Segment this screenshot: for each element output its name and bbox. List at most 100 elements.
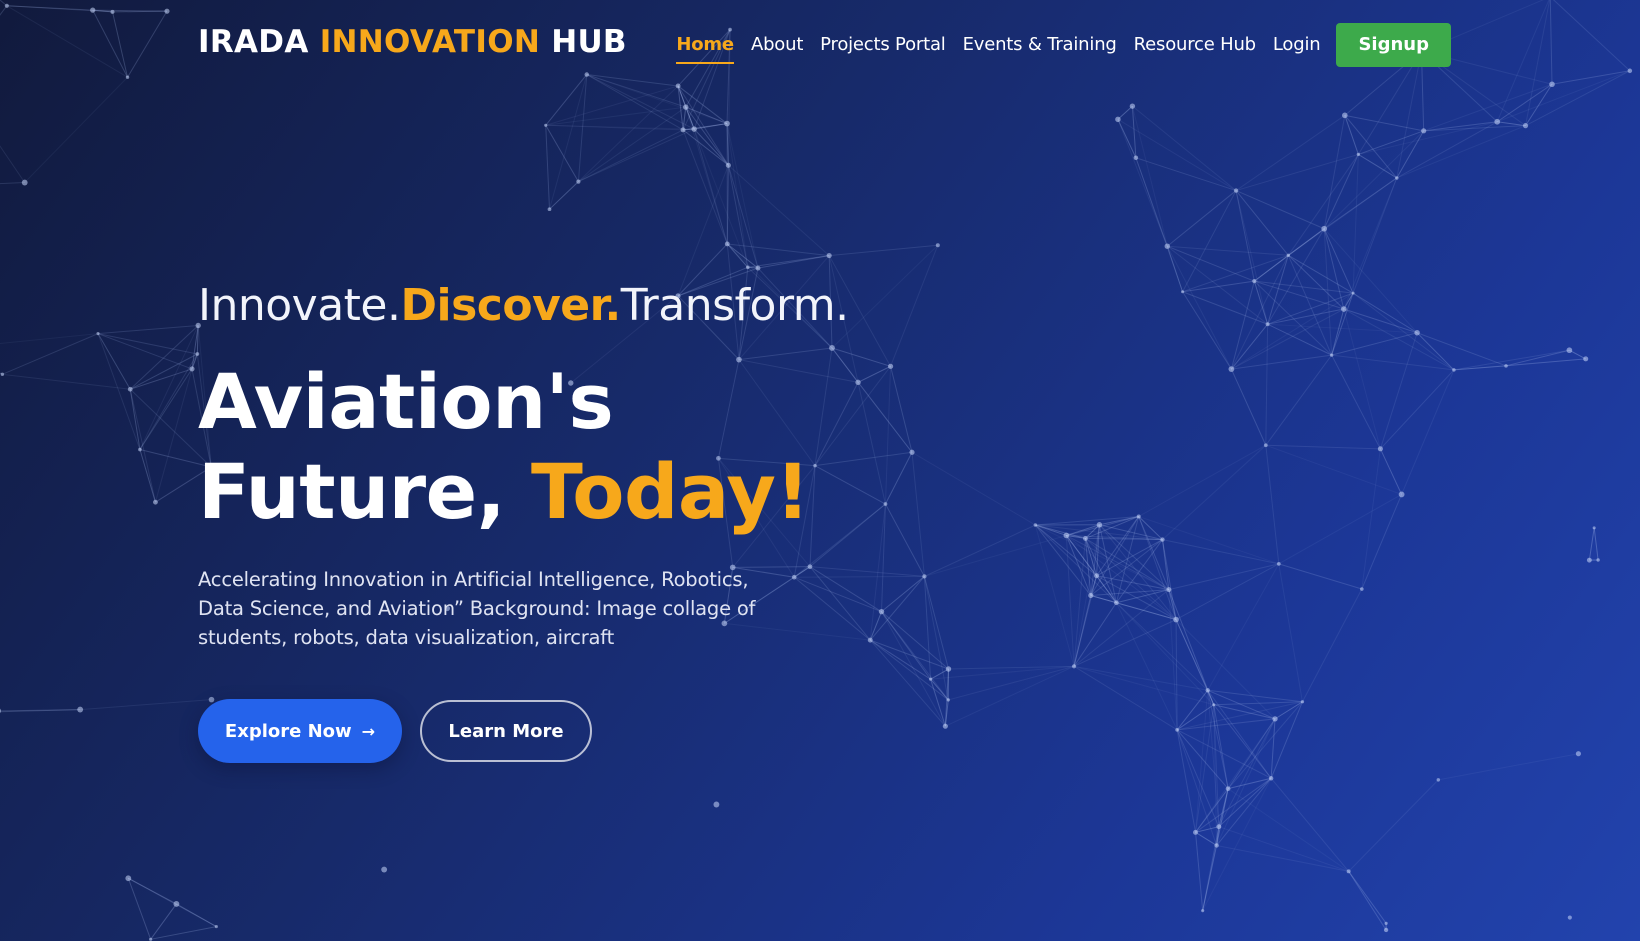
cta-row: Explore Now → Learn More	[198, 699, 849, 763]
nav-projects-portal[interactable]: Projects Portal	[820, 26, 946, 64]
network-node	[922, 574, 927, 579]
nav-home[interactable]: Home	[676, 26, 734, 64]
network-node	[1033, 523, 1038, 527]
network-node	[1522, 123, 1529, 129]
network-node	[1094, 573, 1100, 579]
network-node	[1115, 116, 1121, 123]
signup-button[interactable]: Signup	[1336, 23, 1451, 67]
headline-line2-start: Future,	[198, 447, 532, 536]
network-node	[1265, 322, 1270, 327]
network-node	[1276, 562, 1281, 566]
network-line	[881, 611, 949, 670]
network-node	[946, 698, 950, 702]
network-line	[1202, 826, 1220, 911]
network-line	[128, 877, 217, 928]
network-node	[547, 207, 552, 212]
network-node	[1286, 253, 1291, 257]
network-line	[1231, 308, 1345, 370]
nav-events-training[interactable]: Events & Training	[963, 26, 1117, 64]
network-line	[1348, 871, 1387, 924]
network-node	[1346, 869, 1351, 874]
network-node	[945, 666, 952, 672]
nav-resource-hub[interactable]: Resource Hub	[1134, 26, 1256, 64]
network-node	[1300, 700, 1305, 704]
network-node	[1504, 364, 1508, 368]
network-node	[1193, 829, 1198, 835]
logo-text-innovation: INNOVATION	[319, 24, 541, 60]
network-line	[1343, 308, 1455, 371]
network-line	[930, 678, 949, 701]
network-line	[1138, 516, 1163, 540]
network-line	[1265, 354, 1333, 446]
explore-now-button[interactable]: Explore Now →	[198, 699, 402, 763]
network-line	[1265, 445, 1280, 564]
network-node	[1340, 306, 1347, 312]
site-logo[interactable]: IRADA INNOVATION HUB	[198, 24, 627, 60]
learn-more-label: Learn More	[448, 720, 564, 742]
network-node	[1252, 279, 1257, 284]
network-line	[727, 165, 759, 269]
network-line	[693, 128, 749, 268]
network-line	[1115, 602, 1215, 706]
network-line	[1344, 115, 1359, 155]
network-line	[97, 324, 199, 335]
network-line	[1254, 280, 1344, 310]
network-node	[1063, 532, 1070, 539]
network-line	[1323, 228, 1345, 310]
learn-more-button[interactable]: Learn More	[420, 700, 592, 762]
network-line	[1195, 718, 1276, 833]
network-line	[150, 903, 177, 940]
network-line	[924, 534, 1067, 577]
network-node	[1583, 356, 1589, 362]
network-line	[1331, 354, 1381, 450]
headline-line1: Aviation's	[198, 357, 614, 446]
network-node	[576, 179, 581, 184]
network-line	[1379, 332, 1418, 449]
network-line	[1323, 228, 1418, 334]
site-header: IRADA INNOVATION HUB Home About Projects…	[0, 0, 1640, 90]
headline-line2-accent: Today!	[531, 447, 810, 536]
network-line	[1270, 777, 1350, 872]
nav-about[interactable]: About	[751, 26, 803, 64]
network-line	[1352, 154, 1359, 294]
network-line	[1331, 308, 1345, 356]
network-line	[1288, 254, 1354, 294]
nav-login[interactable]: Login	[1273, 26, 1321, 64]
network-node	[1596, 558, 1600, 562]
network-line	[726, 123, 759, 269]
network-node	[153, 499, 158, 505]
network-line	[578, 129, 684, 183]
network-line	[545, 106, 686, 126]
network-node	[1225, 786, 1231, 791]
network-line	[1073, 665, 1214, 706]
network-node	[878, 608, 885, 615]
network-line	[2, 373, 131, 390]
network-line	[1216, 844, 1349, 872]
network-node	[0, 372, 5, 376]
network-node	[1421, 128, 1427, 134]
network-line	[1287, 255, 1333, 356]
network-line	[1287, 254, 1345, 310]
network-line	[578, 128, 695, 183]
network-line	[1162, 444, 1267, 540]
hero-section: Innovate.Discover.Transform. Aviation's …	[198, 280, 849, 763]
network-node	[1216, 824, 1222, 830]
network-line	[1034, 524, 1092, 596]
network-line	[1396, 121, 1498, 179]
network-node	[1592, 526, 1596, 530]
hero-headline: Aviation's Future, Today!	[198, 357, 849, 537]
network-line	[1588, 527, 1595, 561]
network-line	[1267, 228, 1325, 325]
network-line	[139, 353, 198, 450]
network-line	[1352, 177, 1398, 294]
network-node	[724, 241, 730, 247]
network-line	[1235, 190, 1255, 282]
network-line	[1505, 358, 1586, 367]
network-line	[1265, 444, 1381, 450]
network-line	[1278, 563, 1303, 702]
network-line	[1344, 115, 1398, 179]
network-line	[1267, 323, 1332, 356]
network-node	[680, 127, 686, 133]
network-line	[1453, 365, 1507, 371]
network-node	[1160, 537, 1165, 542]
